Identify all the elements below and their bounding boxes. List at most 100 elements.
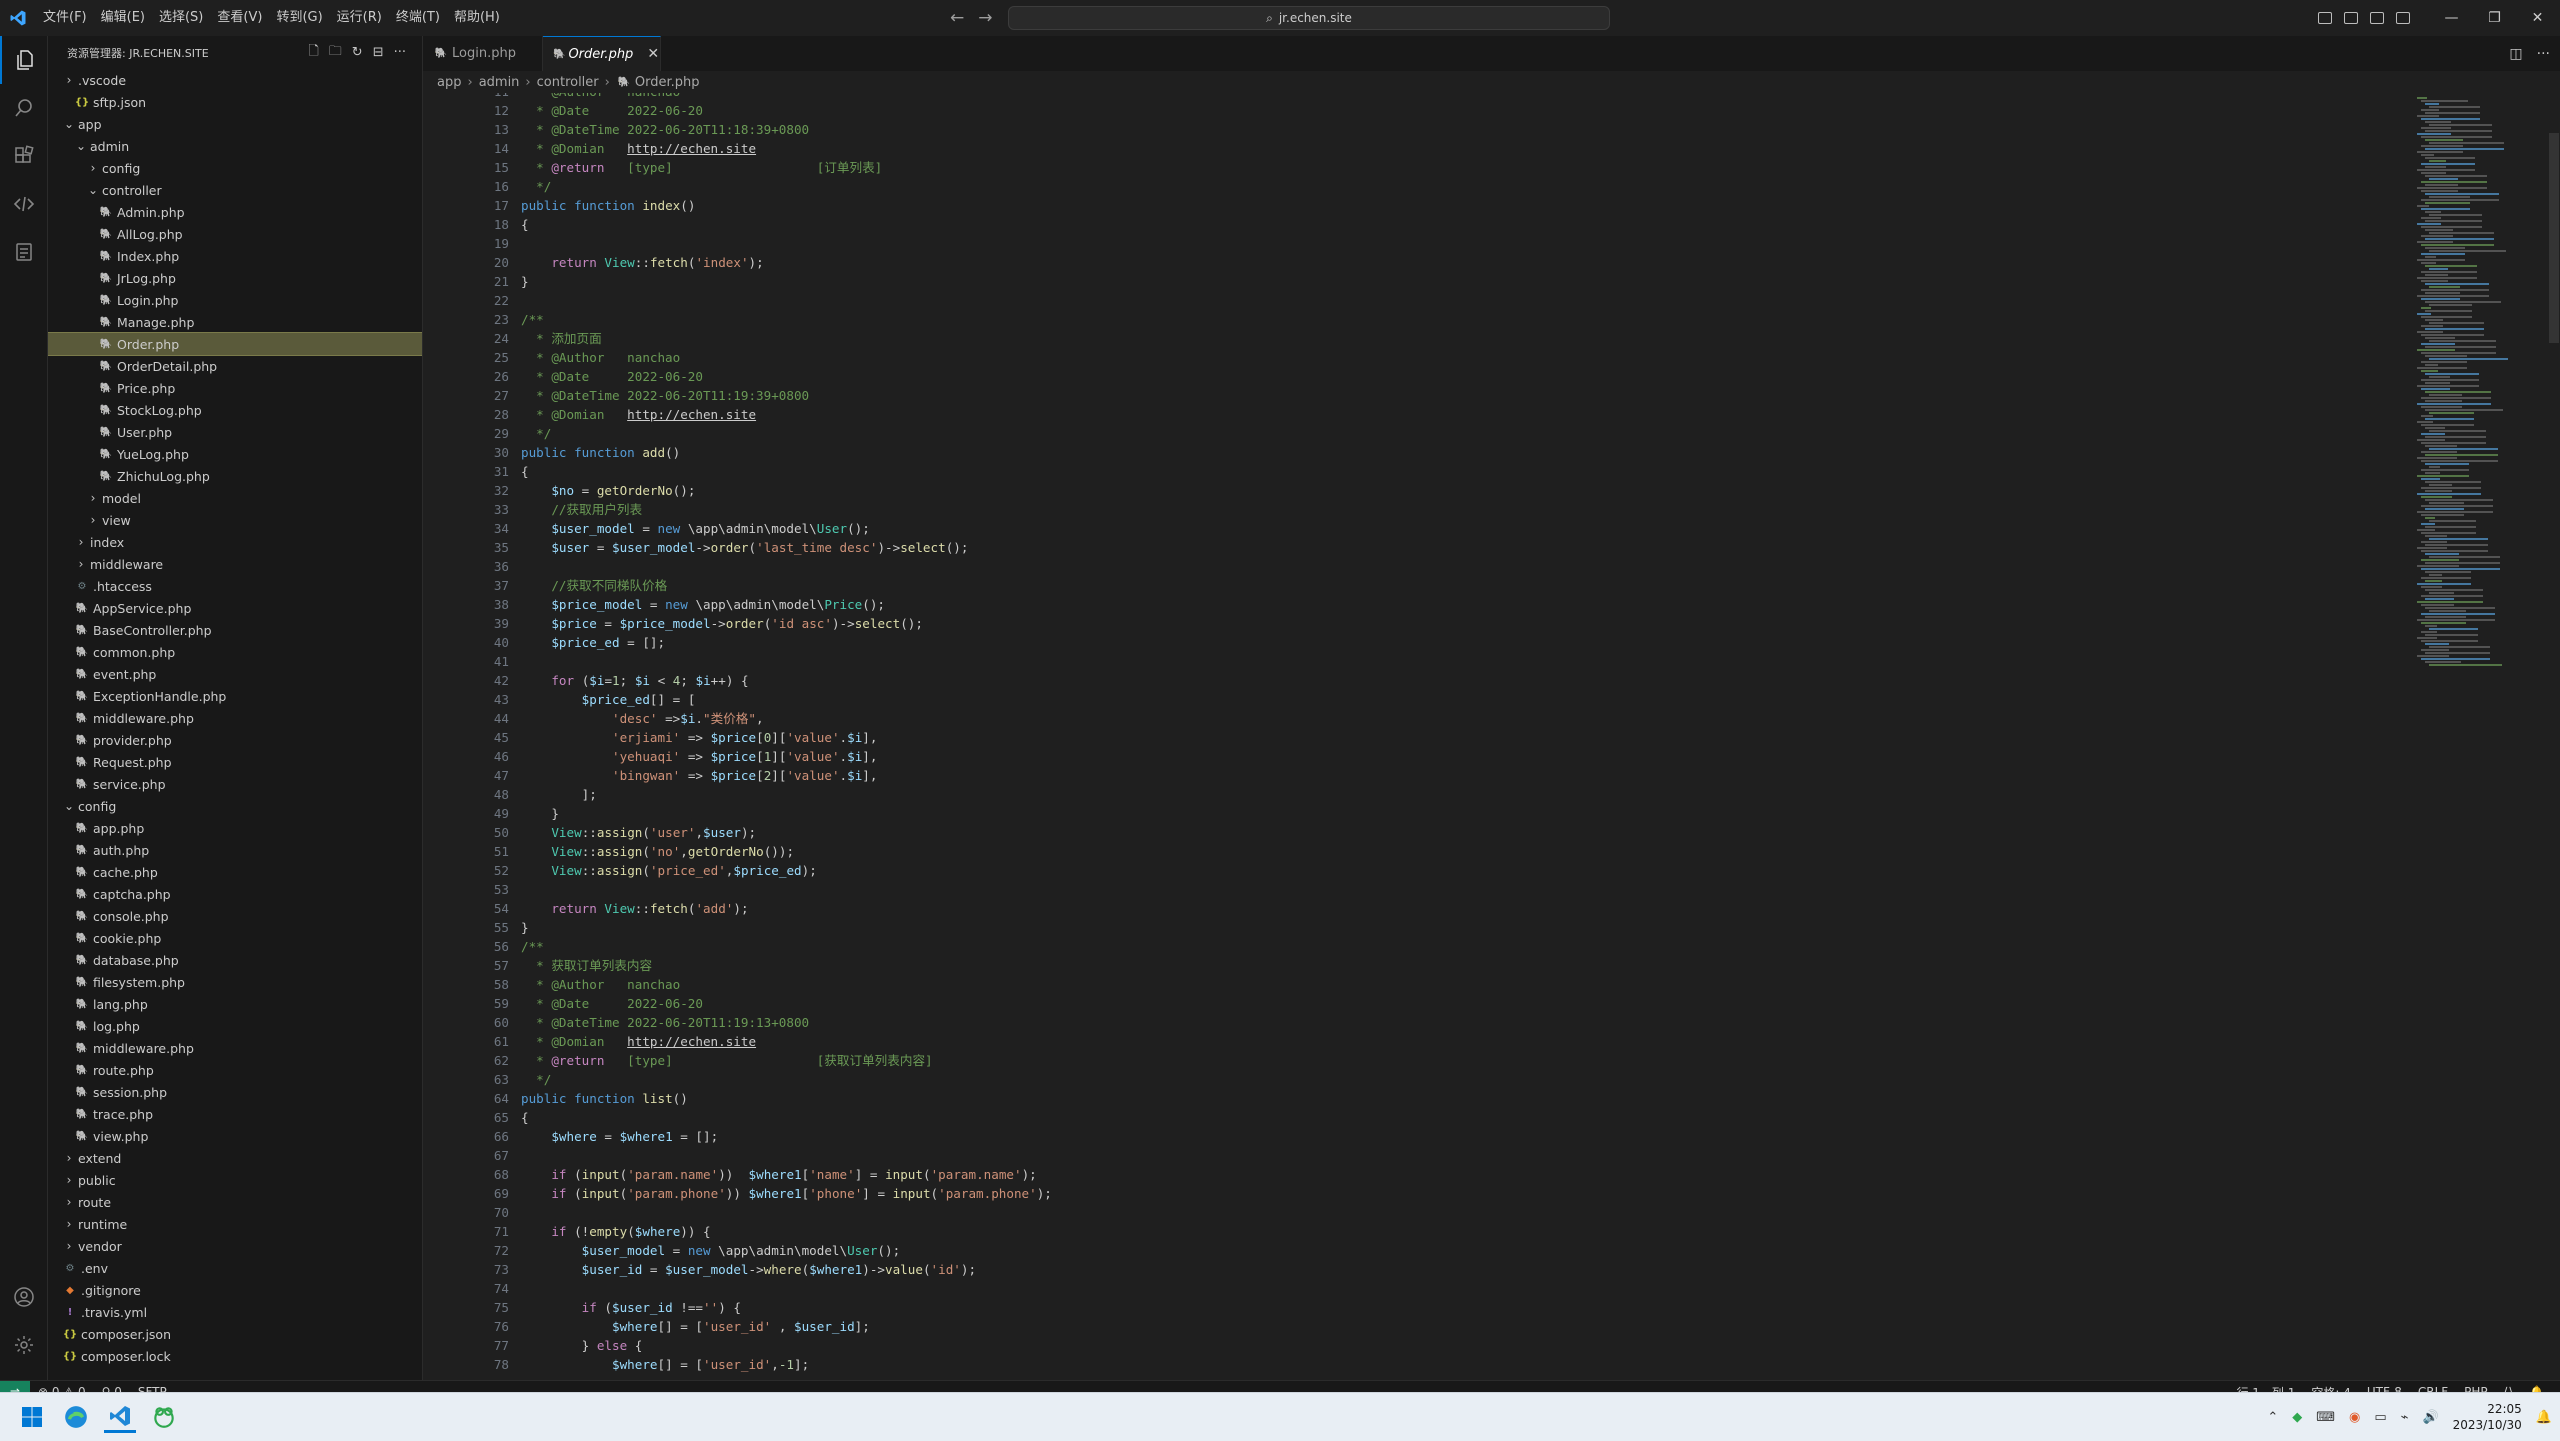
notification-icon[interactable]: 🔔 <box>2536 1410 2552 1425</box>
collapse-all-icon[interactable]: ⊟ <box>373 45 384 60</box>
toggle-primary-sidebar-icon[interactable] <box>2318 12 2332 24</box>
toggle-secondary-sidebar-icon[interactable] <box>2370 12 2384 24</box>
tree-file[interactable]: 🐘 middleware.php <box>48 707 422 729</box>
tree-folder[interactable]: › middleware <box>48 553 422 575</box>
tree-file[interactable]: ⚙ .env <box>48 1257 422 1279</box>
tree-file[interactable]: 🐘 Login.php <box>48 289 422 311</box>
tree-file[interactable]: 🐘 log.php <box>48 1015 422 1037</box>
remote-explorer-icon[interactable] <box>0 180 47 228</box>
tree-file[interactable]: 🐘 Order.php <box>48 332 422 356</box>
arrow-left-icon[interactable]: ← <box>950 8 964 28</box>
arrow-right-icon[interactable]: → <box>978 8 992 28</box>
display-icon[interactable]: ▭ <box>2374 1410 2386 1425</box>
tab-login[interactable]: 🐘 Login.php <box>423 36 543 71</box>
tree-file[interactable]: 🐘 common.php <box>48 641 422 663</box>
tree-file[interactable]: ◆ .gitignore <box>48 1279 422 1301</box>
chevron-up-icon[interactable]: ⌃ <box>2267 1410 2278 1425</box>
sftp-icon[interactable] <box>0 228 47 276</box>
menu-item[interactable]: 选择(S) <box>152 0 210 36</box>
breadcrumb-item[interactable]: app <box>437 75 461 90</box>
menu-item[interactable]: 转到(G) <box>269 0 329 36</box>
extensions-icon[interactable] <box>0 132 47 180</box>
explorer-icon[interactable] <box>0 36 47 84</box>
tree-folder[interactable]: › vendor <box>48 1235 422 1257</box>
tree-file[interactable]: 🐘 captcha.php <box>48 883 422 905</box>
menu-item[interactable]: 帮助(H) <box>447 0 507 36</box>
tree-file[interactable]: ⚙ .htaccess <box>48 575 422 597</box>
tree-folder[interactable]: › extend <box>48 1147 422 1169</box>
tree-file[interactable]: 🐘 ExceptionHandle.php <box>48 685 422 707</box>
tree-file[interactable]: 🐘 Price.php <box>48 377 422 399</box>
breadcrumb-item[interactable]: admin <box>479 75 520 90</box>
restore-button[interactable]: ❐ <box>2473 0 2516 36</box>
vertical-scrollbar[interactable] <box>2549 133 2559 343</box>
tree-file[interactable]: 🐘 lang.php <box>48 993 422 1015</box>
toggle-panel-icon[interactable] <box>2344 12 2358 24</box>
shield-icon[interactable]: ◆ <box>2292 1410 2302 1425</box>
tree-folder[interactable]: ⌄ config <box>48 795 422 817</box>
tree-file[interactable]: 🐘 ZhichuLog.php <box>48 465 422 487</box>
volume-icon[interactable]: 🔊 <box>2422 1410 2438 1425</box>
tree-file[interactable]: 🐘 Admin.php <box>48 201 422 223</box>
split-editor-icon[interactable]: ◫ <box>2509 46 2522 62</box>
clock[interactable]: 22:05 2023/10/30 <box>2453 1401 2522 1433</box>
tree-folder[interactable]: ⌄ app <box>48 113 422 135</box>
tree-folder[interactable]: › config <box>48 157 422 179</box>
tree-file[interactable]: 🐘 YueLog.php <box>48 443 422 465</box>
windows-start-icon[interactable] <box>16 1401 48 1433</box>
code-editor[interactable]: 11 * @Author nanchao12 * @Date 2022-06-2… <box>423 93 2560 1380</box>
tree-file[interactable]: 🐘 session.php <box>48 1081 422 1103</box>
tree-file[interactable]: 🐘 Manage.php <box>48 311 422 333</box>
frog-app-icon[interactable] <box>148 1401 180 1433</box>
edge-browser-icon[interactable] <box>60 1401 92 1433</box>
tree-file[interactable]: 🐘 Request.php <box>48 751 422 773</box>
gear-icon[interactable] <box>0 1321 47 1369</box>
minimize-button[interactable]: — <box>2430 0 2473 36</box>
account-icon[interactable] <box>0 1273 47 1321</box>
tree-folder[interactable]: ⌄ admin <box>48 135 422 157</box>
tree-file[interactable]: {} sftp.json <box>48 91 422 113</box>
tree-file[interactable]: 🐘 auth.php <box>48 839 422 861</box>
tree-file[interactable]: 🐘 database.php <box>48 949 422 971</box>
menu-item[interactable]: 运行(R) <box>330 0 389 36</box>
more-actions-icon[interactable]: ··· <box>2537 46 2550 62</box>
breadcrumb-item[interactable]: controller <box>537 75 599 90</box>
search-icon[interactable] <box>0 84 47 132</box>
tree-file[interactable]: 🐘 route.php <box>48 1059 422 1081</box>
tree-folder[interactable]: › route <box>48 1191 422 1213</box>
tree-folder[interactable]: › view <box>48 509 422 531</box>
tree-file[interactable]: 🐘 view.php <box>48 1125 422 1147</box>
tree-folder[interactable]: › index <box>48 531 422 553</box>
command-center-search[interactable]: ⌕ jr.echen.site <box>1008 6 1610 30</box>
input-method-icon[interactable]: ⌨ <box>2316 1410 2335 1425</box>
tree-file[interactable]: 🐘 filesystem.php <box>48 971 422 993</box>
tree-file[interactable]: 🐘 BaseController.php <box>48 619 422 641</box>
tree-folder[interactable]: › public <box>48 1169 422 1191</box>
more-actions-icon[interactable]: ··· <box>394 45 406 60</box>
tree-folder[interactable]: › runtime <box>48 1213 422 1235</box>
network-icon[interactable]: ⌁ <box>2401 1410 2409 1425</box>
tree-file[interactable]: 🐘 cache.php <box>48 861 422 883</box>
customize-layout-icon[interactable] <box>2396 12 2410 24</box>
menu-item[interactable]: 文件(F) <box>36 0 94 36</box>
vscode-taskbar-icon[interactable] <box>104 1401 136 1433</box>
tree-file[interactable]: 🐘 trace.php <box>48 1103 422 1125</box>
tree-file[interactable]: 🐘 event.php <box>48 663 422 685</box>
new-folder-icon[interactable]: 🗀 <box>329 42 342 64</box>
tree-file[interactable]: {} composer.json <box>48 1323 422 1345</box>
menu-item[interactable]: 终端(T) <box>389 0 447 36</box>
menu-item[interactable]: 查看(V) <box>210 0 269 36</box>
tree-file[interactable]: 🐘 service.php <box>48 773 422 795</box>
close-icon[interactable]: ✕ <box>647 46 659 62</box>
tree-file[interactable]: 🐘 console.php <box>48 905 422 927</box>
tree-file[interactable]: 🐘 OrderDetail.php <box>48 355 422 377</box>
tree-file[interactable]: 🐘 cookie.php <box>48 927 422 949</box>
breadcrumb-item[interactable]: Order.php <box>635 75 700 90</box>
tree-file[interactable]: 🐘 User.php <box>48 421 422 443</box>
tree-file[interactable]: 🐘 provider.php <box>48 729 422 751</box>
tree-file[interactable]: 🐘 JrLog.php <box>48 267 422 289</box>
tree-file[interactable]: 🐘 AppService.php <box>48 597 422 619</box>
tree-folder[interactable]: ⌄ controller <box>48 179 422 201</box>
new-file-icon[interactable]: 🗋 <box>308 42 318 64</box>
refresh-icon[interactable]: ↻ <box>352 45 363 60</box>
